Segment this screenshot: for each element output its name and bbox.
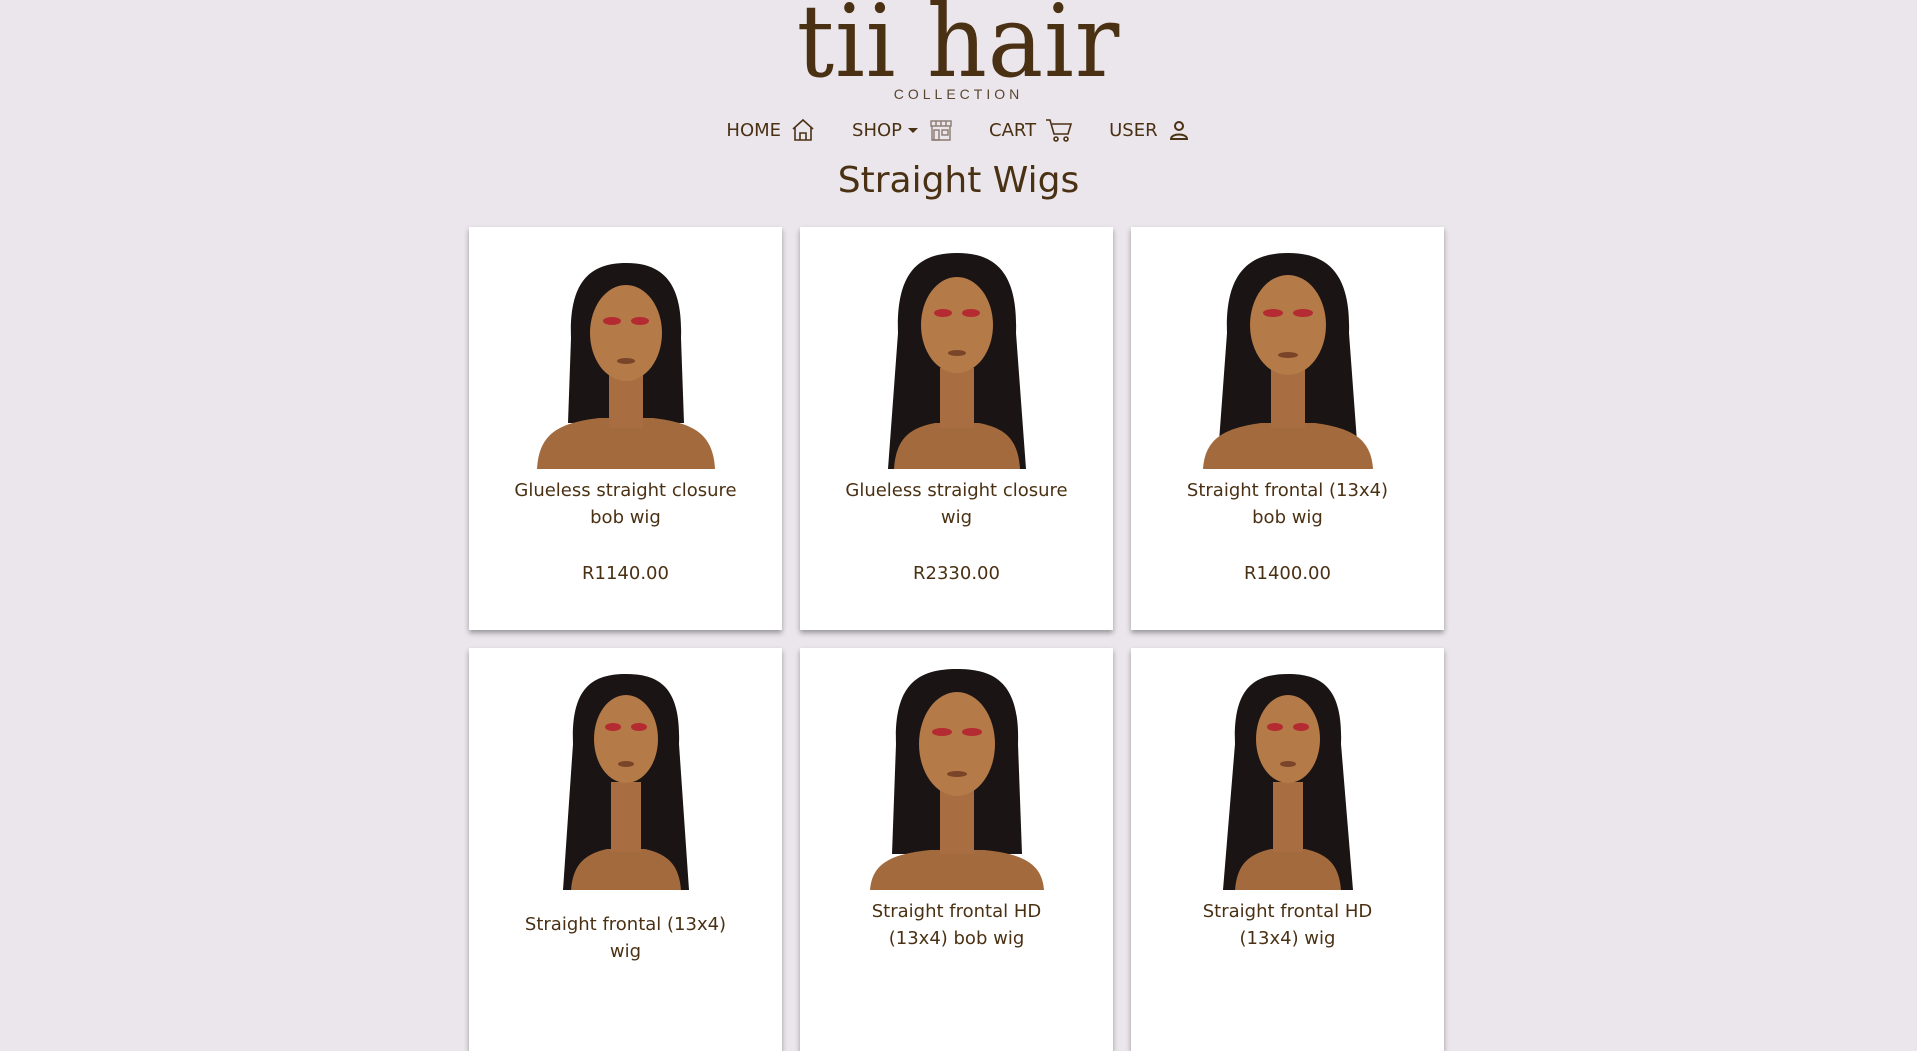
nav-shop-label: SHOP bbox=[852, 119, 903, 141]
product-image[interactable] bbox=[1181, 243, 1395, 469]
nav-home[interactable]: HOME bbox=[726, 117, 816, 143]
product-price: R1400.00 bbox=[1244, 563, 1331, 584]
store-icon bbox=[930, 120, 952, 141]
product-name[interactable]: Glueless straight closure bob wig bbox=[509, 477, 742, 531]
nav-cart-label: CART bbox=[989, 119, 1037, 141]
nav-user-label: USER bbox=[1109, 119, 1158, 141]
product-image[interactable] bbox=[519, 664, 733, 890]
product-image[interactable] bbox=[519, 243, 733, 469]
product-name[interactable]: Straight frontal (13x4) bob wig bbox=[1171, 477, 1404, 531]
nav-user[interactable]: USER bbox=[1109, 118, 1190, 142]
nav-home-label: HOME bbox=[726, 119, 782, 141]
product-grid: Glueless straight closure bob wig R1140.… bbox=[469, 227, 1444, 1051]
product-name[interactable]: Straight frontal HD (13x4) wig bbox=[1171, 898, 1404, 952]
product-card[interactable]: Straight frontal HD (13x4) wig bbox=[1131, 648, 1444, 1051]
home-icon bbox=[792, 118, 814, 141]
nav-cart[interactable]: CART bbox=[989, 117, 1073, 143]
main-nav: HOME SHOP CART USER bbox=[0, 113, 1917, 147]
product-image[interactable] bbox=[850, 243, 1064, 469]
cart-icon bbox=[1046, 119, 1073, 142]
product-image[interactable] bbox=[850, 664, 1064, 890]
product-card[interactable]: Straight frontal (13x4) bob wig R1400.00 bbox=[1131, 227, 1444, 630]
product-card[interactable]: Straight frontal (13x4) wig bbox=[469, 648, 782, 1051]
product-card[interactable]: Straight frontal HD (13x4) bob wig bbox=[800, 648, 1113, 1051]
logo-subtitle: COLLECTION bbox=[893, 86, 1024, 102]
product-name[interactable]: Straight frontal (13x4) wig bbox=[509, 911, 742, 965]
product-name[interactable]: Straight frontal HD (13x4) bob wig bbox=[840, 898, 1073, 952]
nav-shop[interactable]: SHOP bbox=[852, 118, 953, 142]
product-card[interactable]: Glueless straight closure bob wig R1140.… bbox=[469, 227, 782, 630]
page-title: Straight Wigs bbox=[837, 160, 1080, 201]
site-logo[interactable]: tii hair COLLECTION bbox=[0, 0, 1917, 104]
product-name[interactable]: Glueless straight closure wig bbox=[840, 477, 1073, 531]
chevron-down-icon[interactable] bbox=[908, 127, 919, 133]
product-price: R1140.00 bbox=[582, 563, 669, 584]
user-icon bbox=[1169, 121, 1188, 140]
logo-wordmark: tii hair bbox=[796, 0, 1121, 100]
product-image[interactable] bbox=[1181, 664, 1395, 890]
product-price: R2330.00 bbox=[913, 563, 1000, 584]
product-card[interactable]: Glueless straight closure wig R2330.00 bbox=[800, 227, 1113, 630]
